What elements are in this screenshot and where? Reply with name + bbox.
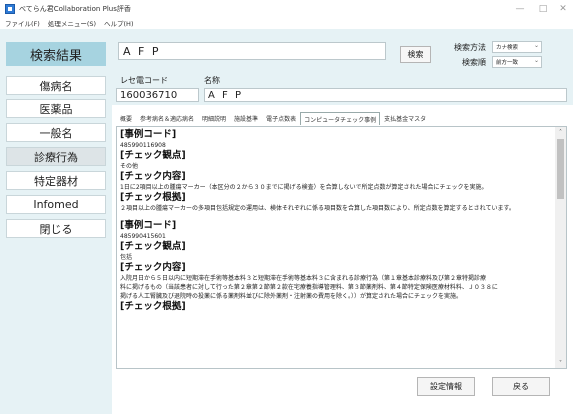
- sidebar-item-generic-name[interactable]: 一般名: [6, 123, 106, 142]
- menu-help[interactable]: ヘルプ(H): [104, 18, 133, 28]
- case2-viewpoint: 包括: [120, 254, 133, 261]
- case1-code: 485990116908: [120, 142, 166, 149]
- search-bar: A F P 検索 検索方法 カナ検索 ⌄ 検索順 前方一致 ⌄: [112, 29, 573, 71]
- menu-process[interactable]: 処理メニュー(S): [48, 18, 96, 28]
- case1-code-heading: [事例コード]: [120, 129, 177, 140]
- settings-info-button[interactable]: 設定情報: [417, 377, 475, 396]
- sidebar: 検索結果 傷病名 医薬品 一般名 診療行為 特定器材 Infomed 閉じる: [0, 29, 112, 414]
- search-results-header: 検索結果: [6, 42, 106, 66]
- case2-detail-line: 入院月日から５日以内に短期滞在手術等基本料３と短期滞在手術等基本料３に含まれる診…: [120, 275, 487, 282]
- close-button[interactable]: ✕: [551, 0, 573, 17]
- sidebar-item-disease[interactable]: 傷病名: [6, 76, 106, 95]
- vertical-scrollbar[interactable]: ˄ ˅: [555, 127, 566, 368]
- case2-code: 485990415601: [120, 233, 166, 240]
- check-cases-text: [事例コード] 485990116908 [チェック観点] その他 [チェック内…: [120, 129, 554, 313]
- case1-detail: 1日に2項目以上の腫瘍マーカー（本区分の２から３０までに掲げる検査）を合算しない…: [120, 184, 488, 191]
- main-panel: レセ電コード 名称 160036710 A F P 概要 参考病名＆適応病名 明…: [112, 71, 573, 414]
- case2-detail-line: 料に掲げるもの（当該患者に対して行った第２章第２節第２款在宅療養指導管理料、第３…: [120, 284, 498, 291]
- scroll-thumb[interactable]: [557, 139, 564, 199]
- search-order-select[interactable]: 前方一致 ⌄: [492, 56, 542, 68]
- case2-viewpoint-heading: [チェック観点]: [120, 241, 186, 252]
- tab-reference-disease[interactable]: 参考病名＆適応病名: [136, 112, 198, 125]
- search-input[interactable]: A F P: [118, 42, 386, 60]
- tab-bar: 概要 参考病名＆適応病名 明細説明 施設基準 電子点数表 コンピュータチェック事…: [116, 112, 430, 125]
- case2-detail-heading: [チェック内容]: [120, 262, 186, 273]
- tab-computer-check-cases[interactable]: コンピュータチェック事例: [300, 112, 381, 125]
- case1-basis: ２項目以上の腫瘍マーカーの多項目包括規定の運用は、検体それぞれに係る項目数を合算…: [120, 205, 515, 212]
- case2-code-heading: [事例コード]: [120, 220, 177, 231]
- sidebar-item-drug[interactable]: 医薬品: [6, 99, 106, 118]
- sidebar-item-close[interactable]: 閉じる: [6, 219, 106, 238]
- check-cases-content[interactable]: [事例コード] 485990116908 [チェック観点] その他 [チェック内…: [116, 126, 567, 369]
- tab-electronic-score-table[interactable]: 電子点数表: [262, 112, 300, 125]
- record-info: レセ電コード 名称 160036710 A F P: [112, 71, 573, 105]
- search-method-label: 検索方法: [454, 43, 486, 52]
- window-title: べてらん君Collaboration Plus評香: [19, 4, 131, 13]
- case1-detail-heading: [チェック内容]: [120, 171, 186, 182]
- chevron-down-icon: ⌄: [533, 57, 539, 64]
- case1-viewpoint: その他: [120, 163, 139, 170]
- tab-overview[interactable]: 概要: [116, 112, 136, 125]
- chevron-down-icon: ⌄: [533, 42, 539, 49]
- tab-payment-fund-master[interactable]: 支払基金マスタ: [380, 112, 430, 125]
- case1-basis-heading: [チェック根拠]: [120, 192, 186, 203]
- case2-detail-line: 掲げる人工腎臓及び退院時の投薬に係る薬剤料並びに除外薬剤・注射薬の費用を除く。）…: [120, 293, 463, 300]
- case1-viewpoint-heading: [チェック観点]: [120, 150, 186, 161]
- search-order-label: 検索順: [462, 58, 486, 67]
- menu-file[interactable]: ファイル(F): [5, 18, 40, 28]
- search-order-value: 前方一致: [496, 60, 519, 66]
- scroll-up-icon[interactable]: ˄: [555, 127, 566, 137]
- tab-facility-standards[interactable]: 施設基準: [230, 112, 262, 125]
- search-button[interactable]: 検索: [400, 46, 431, 63]
- tab-detail-description[interactable]: 明細説明: [198, 112, 230, 125]
- menu-bar: ファイル(F) 処理メニュー(S) ヘルプ(H): [0, 17, 573, 29]
- minimize-button[interactable]: —: [508, 0, 532, 17]
- back-button[interactable]: 戻る: [492, 377, 550, 396]
- sidebar-item-special-material[interactable]: 特定器材: [6, 171, 106, 190]
- scroll-down-icon[interactable]: ˅: [555, 358, 566, 368]
- code-label: レセ電コード: [120, 76, 168, 85]
- case2-basis-heading: [チェック根拠]: [120, 301, 186, 312]
- search-method-value: カナ検索: [496, 45, 519, 51]
- name-label: 名称: [204, 76, 220, 85]
- title-bar: べてらん君Collaboration Plus評香 — □ ✕: [0, 0, 573, 17]
- sidebar-item-infomed[interactable]: Infomed: [6, 195, 106, 214]
- code-field: 160036710: [116, 88, 199, 102]
- name-field: A F P: [204, 88, 567, 102]
- app-icon: [5, 3, 15, 14]
- sidebar-item-medical-procedure[interactable]: 診療行為: [6, 147, 106, 166]
- search-method-select[interactable]: カナ検索 ⌄: [492, 41, 542, 53]
